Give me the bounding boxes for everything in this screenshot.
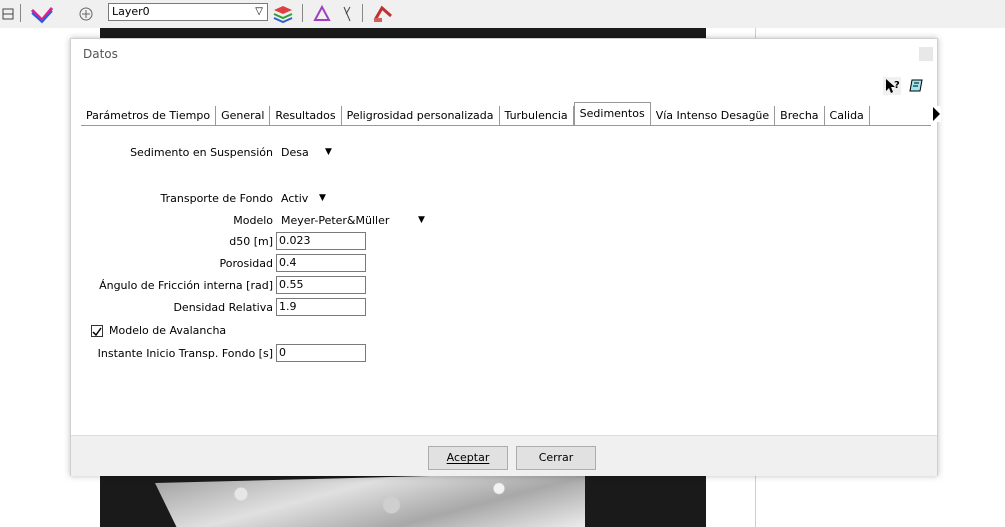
toolbar-separator: [20, 4, 21, 22]
tab-calidad[interactable]: Calida: [825, 106, 870, 126]
model-label: Modelo: [233, 214, 273, 227]
porosity-label: Porosidad: [219, 257, 273, 270]
tab-parametros-tiempo[interactable]: Parámetros de Tiempo: [81, 106, 217, 126]
datos-dialog: Datos ? Parámetros de Tiempo General Res…: [70, 38, 941, 476]
edit-shape-icon[interactable]: [312, 4, 332, 24]
close-button-label: Cerrar: [538, 451, 574, 464]
relative-density-input[interactable]: 1.9: [276, 298, 366, 316]
chevron-down-icon[interactable]: ▼: [418, 215, 425, 225]
bed-transport-select[interactable]: Activ: [281, 192, 308, 205]
suspension-select[interactable]: Desa: [281, 146, 309, 159]
dialog-footer: Aceptar Cerrar: [71, 435, 937, 476]
start-time-input[interactable]: 0: [276, 344, 366, 362]
layers-stack-icon[interactable]: [272, 4, 294, 24]
tab-peligrosidad-personalizada[interactable]: Peligrosidad personalizada: [342, 106, 500, 126]
svg-text:?: ?: [894, 80, 900, 91]
d50-input[interactable]: 0.023: [276, 232, 366, 250]
model-select[interactable]: Meyer-Peter&Müller: [281, 214, 389, 227]
app-toolbar: Layer0 ▽: [0, 0, 1005, 28]
tab-divider: [81, 125, 931, 126]
dialog-title: Datos: [83, 47, 118, 61]
tab-scroll-right-icon[interactable]: [931, 106, 941, 122]
tab-sedimentos[interactable]: Sedimentos: [573, 102, 651, 126]
pointer-icon[interactable]: [340, 4, 356, 24]
tab-strip: Parámetros de Tiempo General Resultados …: [81, 102, 941, 126]
avalanche-label: Modelo de Avalancha: [109, 324, 227, 337]
checkmark-icon: [92, 327, 102, 337]
tab-via-intenso-desague[interactable]: Vía Intenso Desagüe: [651, 106, 776, 126]
grid-icon[interactable]: [2, 4, 16, 24]
close-icon[interactable]: [919, 47, 933, 61]
layer-select[interactable]: Layer0 ▽: [108, 3, 268, 21]
bed-transport-label: Transporte de Fondo: [160, 192, 273, 205]
layer-select-value: Layer0: [112, 5, 150, 18]
help-pointer-icon[interactable]: ?: [883, 77, 901, 95]
friction-angle-input[interactable]: 0.55: [276, 276, 366, 294]
tab-general[interactable]: General: [216, 106, 271, 126]
rainbow-layer-icon[interactable]: [30, 4, 54, 24]
tab-turbulencia[interactable]: Turbulencia: [500, 106, 574, 126]
friction-angle-label: Ángulo de Fricción interna [rad]: [99, 279, 273, 292]
chevron-down-icon[interactable]: ▼: [325, 147, 332, 157]
toolbar-separator: [302, 4, 303, 22]
tab-resultados[interactable]: Resultados: [270, 106, 342, 126]
chevron-down-icon[interactable]: ▼: [319, 193, 326, 203]
toolbar-separator: [362, 4, 363, 22]
chevron-down-icon: ▽: [255, 6, 263, 17]
avalanche-checkbox[interactable]: [91, 325, 103, 337]
d50-label: d50 [m]: [229, 235, 273, 248]
draw-tool-icon[interactable]: [372, 4, 394, 24]
relative-density-label: Densidad Relativa: [173, 301, 273, 314]
hand-icon[interactable]: [76, 4, 96, 24]
accept-button-label: Aceptar: [446, 451, 490, 464]
suspension-label: Sedimento en Suspensión: [130, 146, 273, 159]
porosity-input[interactable]: 0.4: [276, 254, 366, 272]
tab-brecha[interactable]: Brecha: [775, 106, 825, 126]
eraser-icon[interactable]: [907, 77, 925, 95]
close-button[interactable]: Cerrar: [516, 446, 596, 470]
accept-button[interactable]: Aceptar: [428, 446, 508, 470]
start-time-label: Instante Inicio Transp. Fondo [s]: [97, 347, 273, 360]
